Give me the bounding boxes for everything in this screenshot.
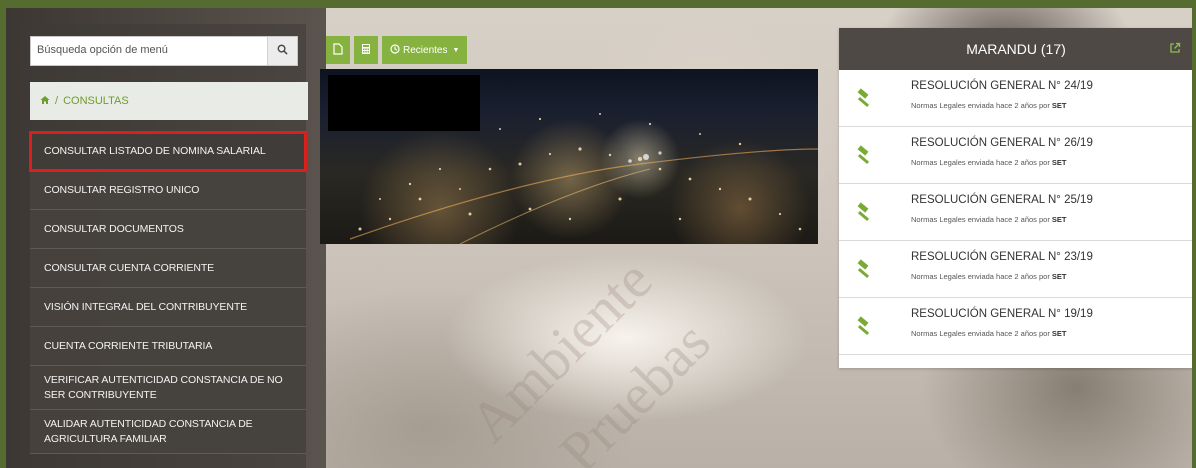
sidebar: / CONSULTAS CONSULTAR LISTADO DE NOMINA …	[22, 24, 308, 468]
news-item[interactable]: RESOLUCIÓN GENERAL N° 19/19 Normas Legal…	[839, 298, 1192, 355]
news-title[interactable]: RESOLUCIÓN GENERAL N° 19/19	[911, 308, 1093, 320]
news-author: SET	[1051, 215, 1067, 224]
calculator-icon	[361, 43, 371, 58]
app-frame: Ambiente Pruebas / CONSULTAS	[6, 8, 1192, 468]
recientes-label: Recientes	[403, 44, 448, 56]
marandu-panel: MARANDU (17) RESOLUCIÓN GENERAL N° 24/19…	[839, 28, 1192, 368]
external-link-icon[interactable]	[1169, 41, 1181, 57]
menu-item-consultar-cuenta-corriente[interactable]: CONSULTAR CUENTA CORRIENTE	[30, 249, 306, 288]
news-title[interactable]: RESOLUCIÓN GENERAL N° 24/19	[911, 80, 1093, 92]
city-night-banner	[320, 69, 818, 244]
menu-search	[30, 36, 298, 66]
menu-item-verificar-constancia-no-contribuyente[interactable]: VERIFICAR AUTENTICIDAD CONSTANCIA DE NO …	[30, 366, 306, 410]
panel-title: MARANDU (17)	[966, 41, 1066, 57]
news-title[interactable]: RESOLUCIÓN GENERAL N° 23/19	[911, 251, 1093, 263]
breadcrumb-current[interactable]: CONSULTAS	[63, 95, 129, 107]
search-button[interactable]	[267, 37, 297, 65]
recientes-dropdown[interactable]: Recientes ▼	[382, 36, 468, 64]
toolbar: Recientes ▼	[326, 36, 468, 64]
gavel-icon	[853, 316, 875, 343]
menu-search-input[interactable]	[37, 44, 267, 56]
menu-item-cuenta-corriente-tributaria[interactable]: CUENTA CORRIENTE TRIBUTARIA	[30, 327, 306, 366]
file-icon	[333, 42, 343, 58]
caret-down-icon: ▼	[452, 46, 460, 54]
search-icon	[277, 42, 288, 60]
news-title[interactable]: RESOLUCIÓN GENERAL N° 26/19	[911, 137, 1093, 149]
sidebar-menu: CONSULTAR LISTADO DE NOMINA SALARIAL CON…	[29, 131, 307, 454]
new-document-button[interactable]	[326, 36, 350, 64]
breadcrumb-separator: /	[55, 95, 59, 107]
breadcrumb: / CONSULTAS	[30, 82, 308, 120]
news-meta-text: Normas Legales enviada hace 2 años por	[911, 215, 1052, 224]
clock-icon	[390, 43, 400, 57]
news-item[interactable]: RESOLUCIÓN GENERAL N° 26/19 Normas Legal…	[839, 127, 1192, 184]
gavel-icon	[853, 259, 875, 286]
menu-item-validar-constancia-agricultura-familiar[interactable]: VALIDAR AUTENTICIDAD CONSTANCIA DE AGRIC…	[30, 410, 306, 454]
menu-item-vision-integral-contribuyente[interactable]: VISIÓN INTEGRAL DEL CONTRIBUYENTE	[30, 288, 306, 327]
redacted-overlay	[328, 75, 480, 131]
news-meta-text: Normas Legales enviada hace 2 años por	[911, 101, 1052, 110]
gavel-icon	[853, 88, 875, 115]
panel-header: MARANDU (17)	[839, 28, 1192, 70]
menu-item-consultar-listado-nomina-salarial[interactable]: CONSULTAR LISTADO DE NOMINA SALARIAL	[29, 131, 307, 172]
news-author: SET	[1051, 272, 1067, 281]
news-author: SET	[1051, 158, 1067, 167]
news-meta-text: Normas Legales enviada hace 2 años por	[911, 329, 1052, 338]
menu-item-consultar-documentos[interactable]: CONSULTAR DOCUMENTOS	[30, 210, 306, 249]
calculator-button[interactable]	[354, 36, 378, 64]
news-author: SET	[1051, 329, 1067, 338]
news-meta-text: Normas Legales enviada hace 2 años por	[911, 272, 1052, 281]
news-meta: Normas Legales enviada hace 2 años por S…	[911, 101, 1067, 110]
menu-item-consultar-registro-unico[interactable]: CONSULTAR REGISTRO UNICO	[30, 171, 306, 210]
news-title[interactable]: RESOLUCIÓN GENERAL N° 25/19	[911, 194, 1093, 206]
news-meta: Normas Legales enviada hace 2 años por S…	[911, 272, 1067, 281]
news-author: SET	[1051, 101, 1067, 110]
home-icon[interactable]	[40, 95, 50, 108]
news-item[interactable]: RESOLUCIÓN GENERAL N° 23/19 Normas Legal…	[839, 241, 1192, 298]
news-item[interactable]: RESOLUCIÓN GENERAL N° 25/19 Normas Legal…	[839, 184, 1192, 241]
news-meta: Normas Legales enviada hace 2 años por S…	[911, 329, 1067, 338]
gavel-icon	[853, 145, 875, 172]
news-meta-text: Normas Legales enviada hace 2 años por	[911, 158, 1052, 167]
gavel-icon	[853, 202, 875, 229]
news-item[interactable]: RESOLUCIÓN GENERAL N° 24/19 Normas Legal…	[839, 70, 1192, 127]
news-meta: Normas Legales enviada hace 2 años por S…	[911, 158, 1067, 167]
news-meta: Normas Legales enviada hace 2 años por S…	[911, 215, 1067, 224]
